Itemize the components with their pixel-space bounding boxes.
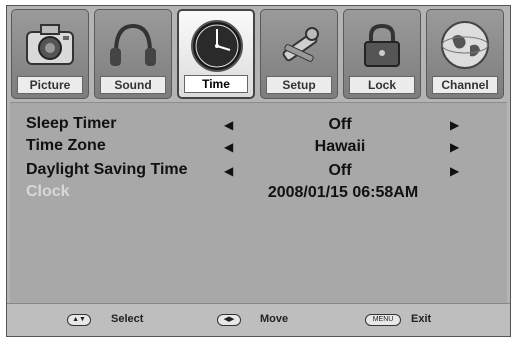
tab-label: Sound: [100, 76, 166, 94]
headphones-icon: [110, 23, 156, 66]
setting-sleep-timer[interactable]: Sleep Timer ◀ Off ▶: [10, 115, 507, 137]
clock-icon: [191, 20, 243, 72]
tab-setup[interactable]: Setup: [260, 9, 338, 99]
tab-sound[interactable]: Sound: [94, 9, 172, 99]
left-arrow-icon[interactable]: ◀: [224, 140, 233, 154]
left-arrow-icon[interactable]: ◀: [224, 118, 233, 132]
tab-label: Setup: [266, 76, 332, 94]
select-hint: Select: [111, 313, 144, 325]
setting-daylight-saving[interactable]: Daylight Saving Time ◀ Off ▶: [10, 161, 507, 183]
right-arrow-icon[interactable]: ▶: [450, 164, 459, 178]
setting-label: Sleep Timer: [26, 115, 117, 132]
lock-icon: [364, 23, 400, 67]
tab-label: Channel: [432, 76, 498, 94]
up-down-buttons-icon: ▲▼: [67, 314, 91, 326]
right-arrow-icon[interactable]: ▶: [450, 140, 459, 154]
setting-label: Daylight Saving Time: [26, 161, 188, 178]
osd-menu: Picture Sound Time Setup Lock Channel Sl…: [6, 5, 511, 337]
setting-clock: Clock 2008/01/15 06:58AM: [10, 183, 507, 205]
tab-label: Time: [184, 75, 248, 93]
settings-panel: Sleep Timer ◀ Off ▶ Time Zone ◀ Hawaii ▶…: [10, 102, 507, 305]
right-arrow-icon[interactable]: ▶: [450, 118, 459, 132]
tab-picture[interactable]: Picture: [11, 9, 89, 99]
setting-time-zone[interactable]: Time Zone ◀ Hawaii ▶: [10, 137, 507, 159]
clock-value: 2008/01/15 06:58AM: [267, 184, 419, 201]
move-hint: Move: [260, 313, 289, 325]
left-right-buttons-icon: ◀▶: [217, 314, 241, 326]
tab-channel[interactable]: Channel: [426, 9, 504, 99]
setting-value: Off: [328, 116, 352, 133]
tab-label: Picture: [17, 76, 83, 94]
setting-value: Off: [328, 162, 352, 179]
left-arrow-icon[interactable]: ◀: [224, 164, 233, 178]
tab-lock[interactable]: Lock: [343, 9, 421, 99]
clock-label: Clock: [26, 183, 70, 200]
menu-tab-bar: Picture Sound Time Setup Lock Channel: [11, 9, 508, 101]
tab-time[interactable]: Time: [177, 9, 255, 99]
camera-icon: [26, 24, 74, 65]
tools-icon: [282, 27, 319, 62]
setting-value: Hawaii: [314, 138, 366, 155]
globe-icon: [441, 21, 489, 69]
exit-hint: Exit: [411, 313, 432, 325]
setting-label: Time Zone: [26, 137, 106, 154]
tab-label: Lock: [349, 76, 415, 94]
footer-hints: ▲▼ Select ◀▶ Move MENU Exit: [7, 303, 510, 336]
menu-button-icon: MENU: [365, 314, 401, 326]
